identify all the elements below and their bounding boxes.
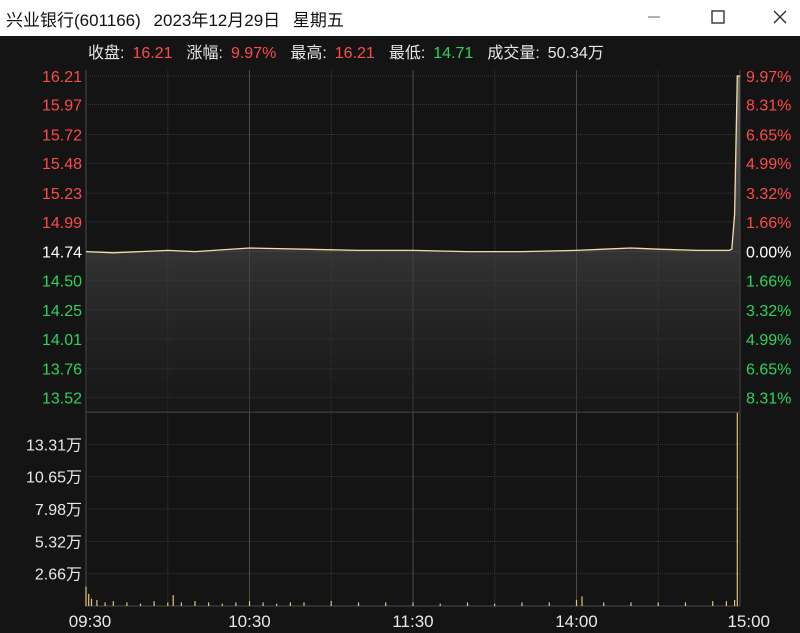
volume-tick-label: 10.65万 [26,470,82,487]
volume-bar [85,586,87,606]
minimize-button[interactable] [640,4,668,30]
pct-tick-label: 8.31% [746,390,791,407]
pct-tick-label: 3.32% [746,186,791,203]
volume-bar [630,602,632,606]
volume-bar [289,602,291,606]
volume-bar [736,412,738,606]
volume-tick-label: 5.32万 [35,534,82,551]
pct-tick-label: 4.99% [746,156,791,173]
volume-bar [684,602,687,606]
volume-bar [734,599,736,606]
price-tick-label: 15.97 [42,98,82,115]
intraday-chart: 收盘: 16.21 涨幅: 9.97% 最高: 16.21 最低: 14.71 成交量: 50.3… [26,43,791,631]
volume-bar [412,602,414,606]
summary-label: 最高: [290,44,326,62]
price-tick-label: 13.52 [42,390,82,407]
volume-tick-label: 2.66万 [35,567,82,584]
trade-date: 2023年12月29日 [153,11,281,30]
time-tick-label: 11:30 [392,612,433,631]
volume-bar [581,596,583,606]
volume-bar [172,595,174,606]
summary-value: 16.21 [335,45,375,62]
volume-bar [96,599,98,606]
price-tick-label: 14.25 [42,303,82,320]
volume-bar [90,598,93,606]
time-tick-label: 09:30 [69,612,112,631]
pct-tick-label: 6.65% [746,362,791,379]
volume-bar [712,601,714,606]
price-tick-label: 15.23 [42,186,82,203]
window-title: 兴业银行(601166) 2023年12月29日 星期五 [6,6,352,31]
volume-bar [385,602,387,606]
price-tick-label: 14.50 [42,273,82,290]
pct-tick-label: 0.00% [746,245,791,262]
close-button[interactable] [766,4,794,30]
price-tick-label: 16.21 [42,69,82,86]
volume-bar [153,601,155,606]
volume-bar [575,599,578,606]
time-tick-label: 10:30 [228,612,271,631]
summary-label: 涨幅: [187,44,223,62]
summary-value: 14.71 [433,45,473,62]
summary-bar: 收盘: 16.21 涨幅: 9.97% 最高: 16.21 最低: 14.71 成交量: 50.3… [88,43,604,62]
pct-tick-label: 4.99% [746,332,791,349]
volume-bar [330,601,332,606]
pct-tick-label: 3.32% [746,303,791,320]
price-tick-label: 14.99 [42,215,82,232]
volume-tick-label: 7.98万 [35,502,82,519]
pct-tick-label: 8.31% [746,98,791,115]
volume-bar [262,602,264,606]
price-tick-label: 15.48 [42,156,82,173]
time-tick-label: 14:00 [555,612,598,631]
volume-bar [248,601,251,606]
pct-tick-label: 1.66% [746,273,791,290]
price-tick-label: 14.01 [42,332,82,349]
summary-label: 收盘: [88,43,124,62]
volume-bar [104,602,106,606]
summary-label: 成交量: [487,44,539,62]
volume-bar [439,603,441,606]
volume-bar [548,602,550,606]
volume-bar [303,602,305,606]
chart-area: 收盘: 16.21 涨幅: 9.97% 最高: 16.21 最低: 14.71 成交量: 50.3… [0,36,800,633]
price-tick-label: 14.74 [42,245,82,262]
minimize-icon [648,16,660,18]
volume-tick-label: 13.31万 [26,437,82,454]
volume-bar [466,602,469,606]
volume-bar [139,603,142,606]
stock-name-code: 兴业银行(601166) [6,11,141,30]
volume-bar [221,603,223,606]
summary-label: 最低: [389,44,425,62]
summary-value: 16.21 [132,45,172,62]
volume-bar [357,602,360,606]
price-tick-label: 13.76 [42,362,82,379]
volume-bar [126,602,128,606]
volume-bar [657,602,659,606]
summary-value: 50.34万 [548,45,604,62]
volume-bar [235,602,237,606]
volume-bar [208,602,210,606]
price-tick-label: 15.72 [42,128,82,145]
pct-tick-label: 1.66% [746,215,791,232]
maximize-icon [711,10,725,24]
volume-bar [194,601,196,606]
pct-tick-label: 6.65% [746,128,791,145]
close-icon [773,10,787,24]
volume-bar [603,602,605,606]
window-titlebar: 兴业银行(601166) 2023年12月29日 星期五 [0,0,800,36]
volume-bar [725,601,727,606]
volume-bar [180,602,182,606]
volume-bar [88,593,90,606]
pct-tick-label: 9.97% [746,69,791,86]
weekday: 星期五 [292,11,344,30]
volume-bar [494,603,496,606]
time-tick-label: 15:00 [727,612,770,631]
volume-bar [167,602,169,606]
volume-bar [521,602,523,606]
volume-bar [276,603,278,606]
summary-value: 9.97% [231,45,276,62]
maximize-button[interactable] [704,4,732,30]
volume-bar [112,601,114,606]
